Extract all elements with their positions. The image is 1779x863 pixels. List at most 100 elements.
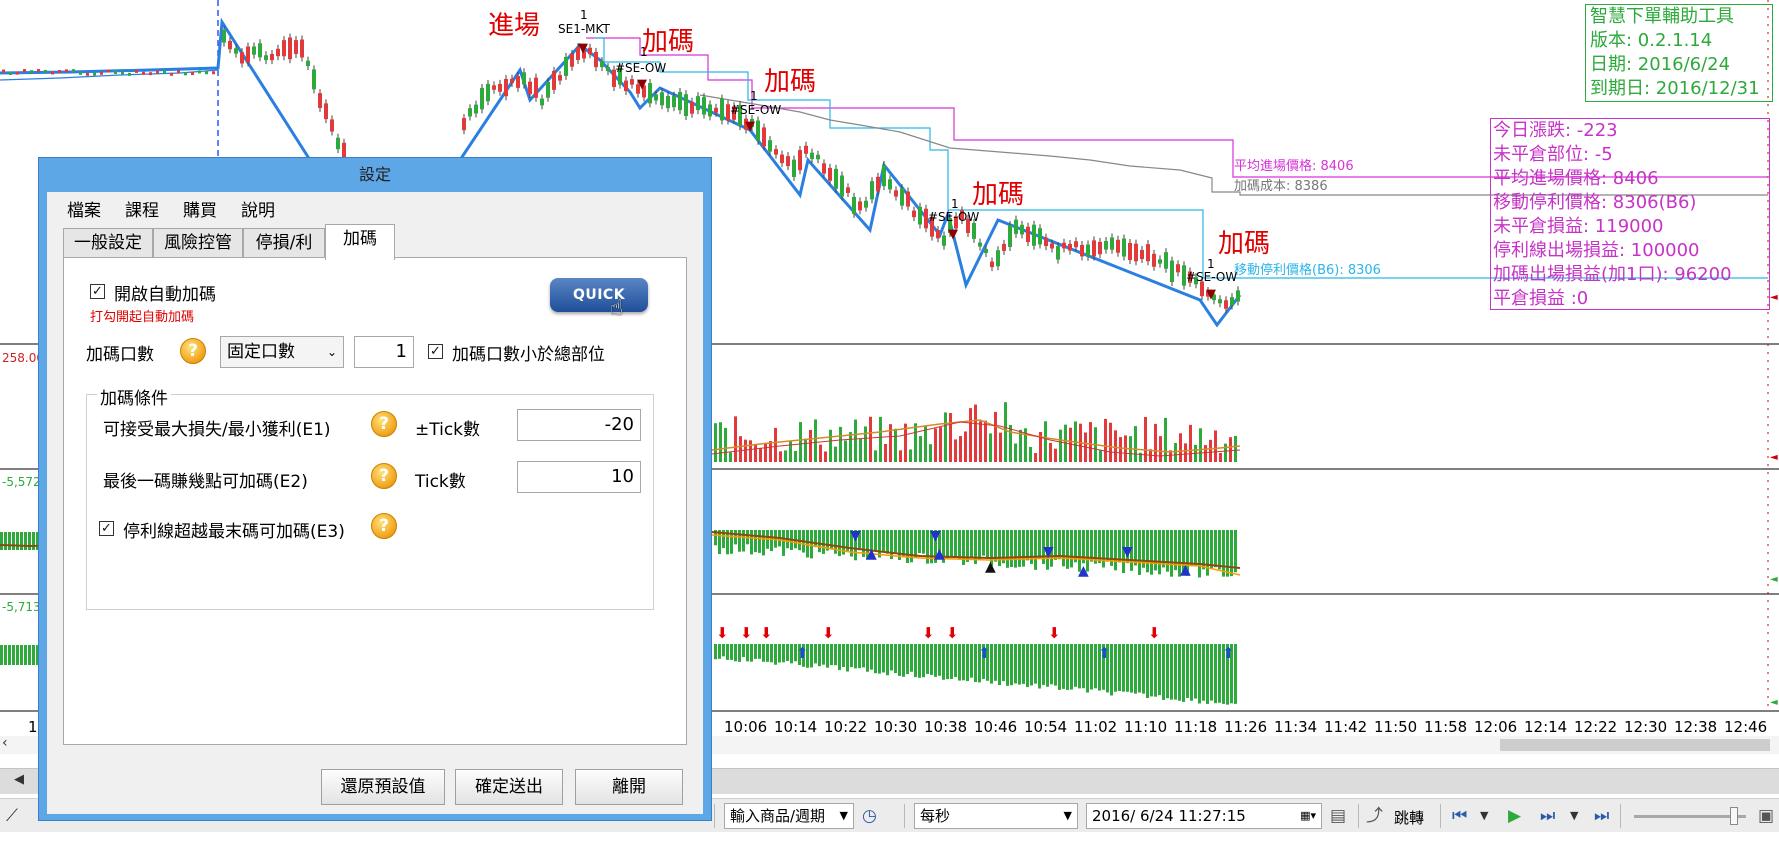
osc2-bar	[858, 644, 861, 669]
speed-slider-thumb[interactable]	[1730, 807, 1738, 825]
chevron-down-icon: ⌄	[326, 345, 337, 359]
svg-text:⬇: ⬇	[1048, 624, 1061, 642]
step-forward-icon[interactable]: ⏭	[1540, 805, 1555, 827]
interval-select[interactable]: 每秒 ▼	[914, 803, 1078, 829]
osc-bar	[28, 532, 31, 550]
product-period-select[interactable]: 輸入商品/週期 ▼	[724, 803, 854, 829]
time-label: 11:34	[1274, 718, 1317, 736]
e2-input[interactable]: 10	[517, 461, 641, 493]
svg-text:▲: ▲	[1180, 562, 1191, 578]
lots-input[interactable]: 1	[354, 336, 414, 368]
scroll-thumb[interactable]	[1500, 739, 1770, 751]
osc-bar	[1038, 530, 1041, 559]
osc2-bar	[1034, 644, 1037, 684]
volume-bar	[864, 426, 867, 462]
tool-expiry: 到期日: 2016/12/31	[1590, 78, 1760, 99]
candle	[876, 176, 880, 192]
scroll-left-icon[interactable]: ‹	[2, 735, 8, 751]
svg-text:加碼: 加碼	[1218, 229, 1270, 259]
reset-defaults-button[interactable]: 還原預設值	[321, 769, 445, 805]
export-icon[interactable]: ▣	[1758, 805, 1774, 827]
osc2-bar	[974, 644, 977, 683]
svg-text:⬆: ⬆	[978, 644, 991, 662]
datetime-picker[interactable]: 2016/ 6/24 11:27:15 ▦▾	[1086, 803, 1322, 829]
svg-text:▲: ▲	[1078, 563, 1089, 579]
menu-help[interactable]: 說明	[241, 196, 275, 221]
osc2-bar	[12, 645, 15, 665]
candle	[1032, 224, 1036, 246]
volume-bar	[1114, 430, 1117, 462]
osc2-bar	[946, 644, 949, 680]
step-back-icon[interactable]: ⏮	[1452, 805, 1467, 827]
chevron-down-icon[interactable]: ▼	[1480, 805, 1488, 827]
osc2-bar	[926, 644, 929, 674]
lots-limit-label[interactable]: 加碼口數小於總部位	[452, 340, 605, 365]
skip-end-icon[interactable]: ⏭	[1594, 805, 1609, 827]
jump-icon[interactable]: ⤴	[1366, 805, 1383, 827]
stat-closed-pnl: 平倉損益 :0	[1493, 288, 1589, 309]
volume-bar	[874, 450, 877, 462]
osc2-bar	[1006, 644, 1009, 686]
chevron-down-icon[interactable]: ▼	[1570, 805, 1578, 827]
menu-course[interactable]: 課程	[125, 196, 159, 221]
help-icon[interactable]: ?	[180, 338, 206, 364]
candle	[1170, 260, 1174, 282]
osc-bar	[906, 530, 909, 564]
osc-bar	[738, 530, 741, 552]
close-button[interactable]: 離開	[575, 769, 683, 805]
volume-bar	[1044, 421, 1047, 462]
osc-bar	[1234, 530, 1237, 573]
osc-bar	[1190, 530, 1193, 567]
stat-open-position: 未平倉部位: -5	[1493, 144, 1613, 165]
stat-daily-change: 今日漲跌: -223	[1493, 120, 1618, 141]
add-conditions-group: 加碼條件 可接受最大損失/最小獲利(E1) ? ±Tick數 -20 最後一碼賺…	[86, 384, 654, 610]
candle	[1056, 246, 1060, 260]
lots-limit-checkbox[interactable]: ✓	[428, 344, 443, 359]
candle	[1122, 238, 1126, 257]
menu-purchase[interactable]: 購買	[183, 196, 217, 221]
time-label: 10:54	[1024, 718, 1067, 736]
grid-icon[interactable]: ▤	[1330, 805, 1346, 827]
tab-add-position[interactable]: 加碼	[325, 224, 395, 260]
osc2-bar	[1050, 644, 1053, 685]
volume-bar	[1234, 435, 1237, 462]
help-icon[interactable]: ?	[371, 411, 397, 437]
osc2-bar	[1218, 644, 1221, 703]
volume-bar	[1189, 424, 1192, 462]
play-icon[interactable]: ▶	[1508, 805, 1521, 827]
tab-general[interactable]: 一般設定	[63, 228, 153, 258]
osc-bar	[1154, 530, 1157, 571]
auto-add-label[interactable]: 開啟自動加碼	[114, 280, 216, 305]
e3-label[interactable]: 停利線超越最末碼可加碼(E3)	[123, 517, 345, 542]
help-icon[interactable]: ?	[371, 463, 397, 489]
tab-risk[interactable]: 風險控管	[153, 228, 243, 258]
osc2-bar	[738, 644, 741, 662]
osc2-bar	[1138, 644, 1141, 693]
dialog-title[interactable]: 設定	[39, 158, 711, 192]
e3-checkbox[interactable]: ✓	[99, 521, 114, 536]
svg-text:#SE-OW: #SE-OW	[615, 61, 666, 75]
submit-button[interactable]: 確定送出	[455, 769, 563, 805]
jump-label[interactable]: 跳轉	[1394, 807, 1424, 828]
osc2-bar	[28, 645, 31, 665]
menu-file[interactable]: 檔案	[67, 196, 101, 221]
svg-text:加碼: 加碼	[972, 180, 1024, 210]
e1-input[interactable]: -20	[517, 409, 641, 441]
e1-label: 可接受最大損失/最小獲利(E1)	[103, 420, 331, 440]
candle	[684, 94, 688, 117]
candle	[264, 55, 268, 61]
svg-text:▲: ▲	[985, 559, 996, 575]
tab-stop[interactable]: 停損/利	[243, 228, 325, 258]
osc2-bar	[1158, 644, 1161, 696]
clock-icon[interactable]: ◷	[862, 805, 877, 827]
lot-mode-select[interactable]: 固定口數 ⌄	[220, 336, 344, 368]
candle	[1092, 240, 1096, 257]
help-icon[interactable]: ?	[371, 513, 397, 539]
auto-add-checkbox[interactable]: ✓	[90, 284, 105, 299]
quick-start-button[interactable]: QUICK START ☝	[550, 278, 648, 337]
nav-left-icon[interactable]: ◀	[14, 772, 24, 787]
candle	[100, 71, 103, 75]
osc2-bar	[830, 644, 833, 666]
candle	[918, 206, 922, 225]
draw-line-icon[interactable]: ⟋	[6, 805, 18, 827]
